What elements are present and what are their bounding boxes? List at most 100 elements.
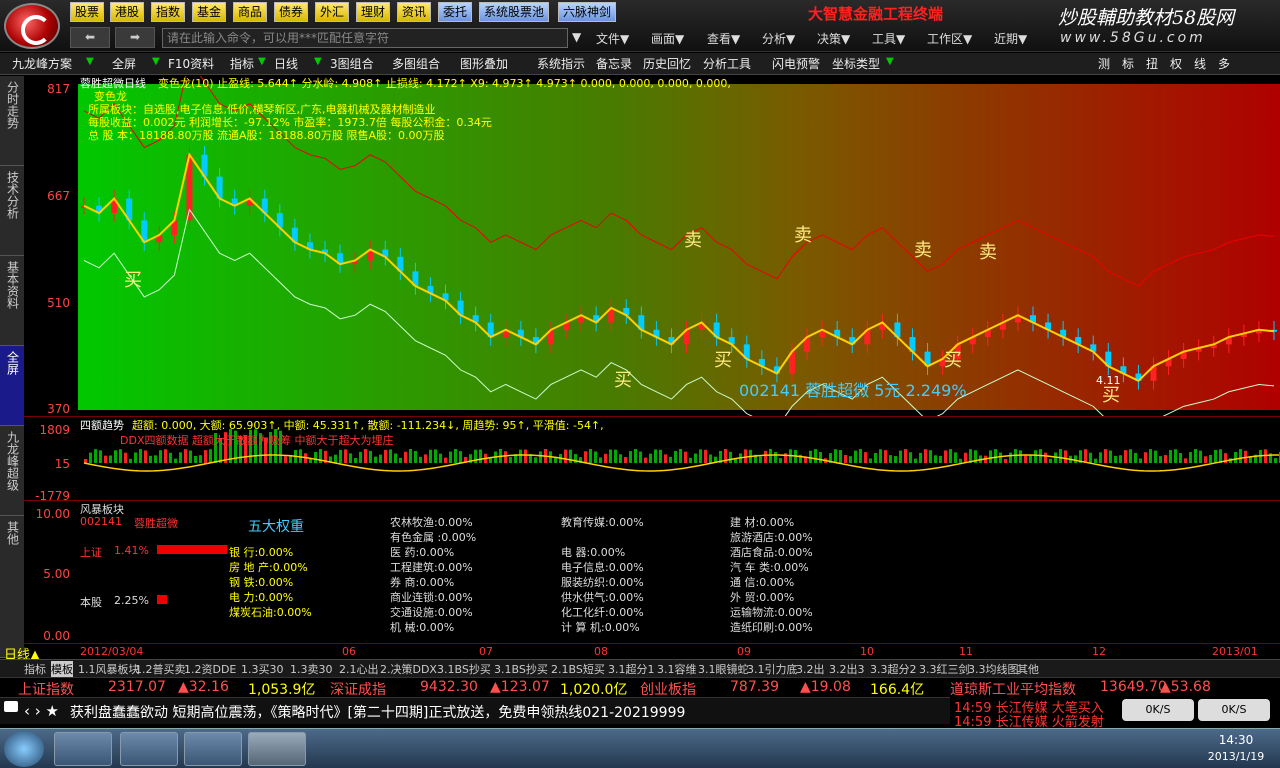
menu-tools[interactable]: 工具▼ bbox=[872, 30, 905, 47]
ticker-px[interactable]: 13649.70 bbox=[1100, 679, 1167, 695]
system-signal-button[interactable]: 系统指示 bbox=[537, 55, 585, 73]
app-icon[interactable] bbox=[54, 732, 112, 766]
stock-app-icon[interactable] bbox=[248, 732, 306, 766]
dropdown-arrow-icon[interactable]: ▼ bbox=[152, 56, 160, 67]
coord-type-button[interactable]: 坐标类型 bbox=[832, 55, 880, 73]
three-chart-button[interactable]: 3图组合 bbox=[330, 55, 374, 73]
forward-arrow-icon[interactable]: ➡ bbox=[115, 27, 155, 48]
memo-button[interactable]: 备忘录 bbox=[596, 55, 632, 73]
clock-time[interactable]: 14:30 bbox=[1200, 733, 1272, 747]
flash-alert-button[interactable]: 闪电预警 bbox=[772, 55, 820, 73]
template-tab[interactable]: 3.3均线图 bbox=[968, 661, 1019, 677]
template-tab[interactable]: 1.2资DDE bbox=[184, 661, 236, 677]
dropdown-arrow-icon[interactable]: ▼ bbox=[886, 56, 894, 67]
back-arrow-icon[interactable]: ⬅ bbox=[70, 27, 110, 48]
overlay-button[interactable]: 图形叠加 bbox=[460, 55, 508, 73]
template-tab[interactable]: 1.2普买卖 bbox=[135, 661, 186, 677]
menu-index[interactable]: 指数 bbox=[151, 2, 186, 22]
template-tab[interactable]: 3.1BS抄买 bbox=[494, 661, 548, 677]
menu-workspace[interactable]: 工作区▼ bbox=[927, 30, 972, 47]
scheme-select[interactable]: 九龙峰方案 bbox=[12, 55, 72, 73]
template-tab[interactable]: 2.决策DDX bbox=[380, 661, 437, 677]
news-text[interactable]: 获利盘蠢蠢欲动 短期高位震荡，《策略时代》[第二十四期]正式放送，免费申领热线0… bbox=[70, 702, 685, 722]
prev-next-icon[interactable]: ‹ › ★ bbox=[24, 702, 59, 720]
template-tab[interactable]: 指标 bbox=[24, 661, 46, 677]
template-tab[interactable]: 2.1心出 bbox=[339, 661, 379, 677]
ticker-name[interactable]: 创业板指 bbox=[640, 679, 696, 699]
menu-analysis[interactable]: 分析▼ bbox=[762, 30, 795, 47]
indicator-button[interactable]: 指标 bbox=[230, 55, 254, 73]
app-logo[interactable] bbox=[4, 3, 60, 49]
ticker-vol[interactable]: 1,053.9亿 bbox=[248, 679, 315, 699]
menu-news[interactable]: 资讯 bbox=[397, 2, 432, 22]
menu-finance[interactable]: 理财 bbox=[356, 2, 391, 22]
ie-icon[interactable] bbox=[184, 732, 242, 766]
template-tab[interactable]: 3.1引力底 bbox=[747, 661, 798, 677]
menu-decision[interactable]: 决策▼ bbox=[817, 30, 850, 47]
history-button[interactable]: 历史回忆 bbox=[643, 55, 691, 73]
menu-recent[interactable]: 近期▼ bbox=[994, 30, 1027, 47]
menu-view[interactable]: 查看▼ bbox=[707, 30, 740, 47]
tool-mark[interactable]: 标 bbox=[1122, 55, 1134, 73]
ticker-px[interactable]: 2317.07 bbox=[108, 679, 166, 695]
ticker-chg[interactable]: ▲123.07 bbox=[490, 679, 550, 695]
menu-stocks[interactable]: 股票 bbox=[70, 2, 105, 22]
template-tab[interactable]: 1.3买30 bbox=[241, 661, 284, 677]
ticker-name[interactable]: 上证指数 bbox=[18, 679, 74, 699]
dropdown-arrow-icon[interactable]: ▼ bbox=[258, 56, 266, 67]
dropdown-arrow-icon[interactable]: ▼ bbox=[314, 56, 322, 67]
ticker-vol[interactable]: 1,020.0亿 bbox=[560, 679, 627, 699]
tool-twist[interactable]: 扭 bbox=[1146, 55, 1158, 73]
sidebar-tab-intraday[interactable]: 分时走势 bbox=[0, 76, 24, 166]
sidebar-tab-fullscreen[interactable]: 全屏 bbox=[0, 346, 24, 426]
ticker-vol[interactable]: 166.4亿 bbox=[870, 679, 924, 699]
menu-hk[interactable]: 港股 bbox=[110, 2, 145, 22]
template-tab[interactable]: 1.1风暴板块 bbox=[78, 661, 140, 677]
sidebar-tab-jiulong[interactable]: 九龙峰超级 bbox=[0, 426, 24, 516]
menu-forex[interactable]: 外汇 bbox=[315, 2, 350, 22]
template-tab[interactable]: 3.2出3 bbox=[829, 661, 865, 677]
template-tab[interactable]: 模板 bbox=[51, 661, 73, 677]
indicator-panel[interactable]: 1809 15 -1779 四额趋势 超额: 0.000, 大额: 65.903… bbox=[24, 416, 1280, 503]
dropdown-chevron-icon[interactable]: ▼ bbox=[572, 30, 581, 44]
template-tab[interactable]: 3.1超分1 bbox=[608, 661, 655, 677]
analysis-tools-button[interactable]: 分析工具 bbox=[703, 55, 751, 73]
multi-chart-button[interactable]: 多图组合 bbox=[392, 55, 440, 73]
template-tab[interactable]: 3.3超分2 bbox=[870, 661, 917, 677]
f10-button[interactable]: F10资料 bbox=[168, 55, 214, 73]
tool-measure[interactable]: 测 bbox=[1098, 55, 1110, 73]
sidebar-tab-fundamentals[interactable]: 基本资料 bbox=[0, 256, 24, 346]
mail-icon[interactable] bbox=[4, 701, 18, 712]
ticker-name[interactable]: 深证成指 bbox=[330, 679, 386, 699]
template-tab[interactable]: 1.3卖30 bbox=[290, 661, 333, 677]
clock-date[interactable]: 2013/1/19 bbox=[1200, 750, 1272, 763]
fullscreen-button[interactable]: 全屏 bbox=[112, 55, 136, 73]
template-tab[interactable]: 其他 bbox=[1017, 661, 1039, 677]
ticker-name[interactable]: 道琼斯工业平均指数 bbox=[950, 679, 1076, 699]
ticker-chg[interactable]: ▲53.68 bbox=[1160, 679, 1211, 695]
sidebar-tab-other[interactable]: 其他 bbox=[0, 516, 24, 658]
ticker-px[interactable]: 9432.30 bbox=[420, 679, 478, 695]
ticker-chg[interactable]: ▲32.16 bbox=[178, 679, 229, 695]
ticker-px[interactable]: 787.39 bbox=[730, 679, 779, 695]
tool-multi[interactable]: 多 bbox=[1218, 55, 1230, 73]
template-tab[interactable]: 3.3红三剑 bbox=[919, 661, 970, 677]
template-tab[interactable]: 3.1眼镜蛇 bbox=[698, 661, 749, 677]
start-button-icon[interactable] bbox=[4, 731, 44, 767]
tool-right[interactable]: 权 bbox=[1170, 55, 1182, 73]
menu-file[interactable]: 文件▼ bbox=[596, 30, 629, 47]
period-button[interactable]: 日线 bbox=[274, 55, 298, 73]
ticker-chg[interactable]: ▲19.08 bbox=[800, 679, 851, 695]
template-tab[interactable]: 3.1BS抄买 bbox=[437, 661, 491, 677]
command-input[interactable]: 请在此输入命令，可以用***匹配任意字符 bbox=[162, 28, 568, 48]
menu-fund[interactable]: 基金 bbox=[192, 2, 227, 22]
dropdown-arrow-icon[interactable]: ▼ bbox=[86, 56, 94, 67]
tool-line[interactable]: 线 bbox=[1194, 55, 1206, 73]
template-tab[interactable]: 2.1BS短买 bbox=[551, 661, 605, 677]
menu-stock-pool[interactable]: 系统股票池 bbox=[479, 2, 550, 22]
menu-commodity[interactable]: 商品 bbox=[233, 2, 268, 22]
menu-bond[interactable]: 债券 bbox=[274, 2, 309, 22]
folder-icon[interactable] bbox=[120, 732, 178, 766]
template-tab[interactable]: 3.2出 bbox=[796, 661, 825, 677]
menu-trade[interactable]: 委托 bbox=[438, 2, 473, 22]
